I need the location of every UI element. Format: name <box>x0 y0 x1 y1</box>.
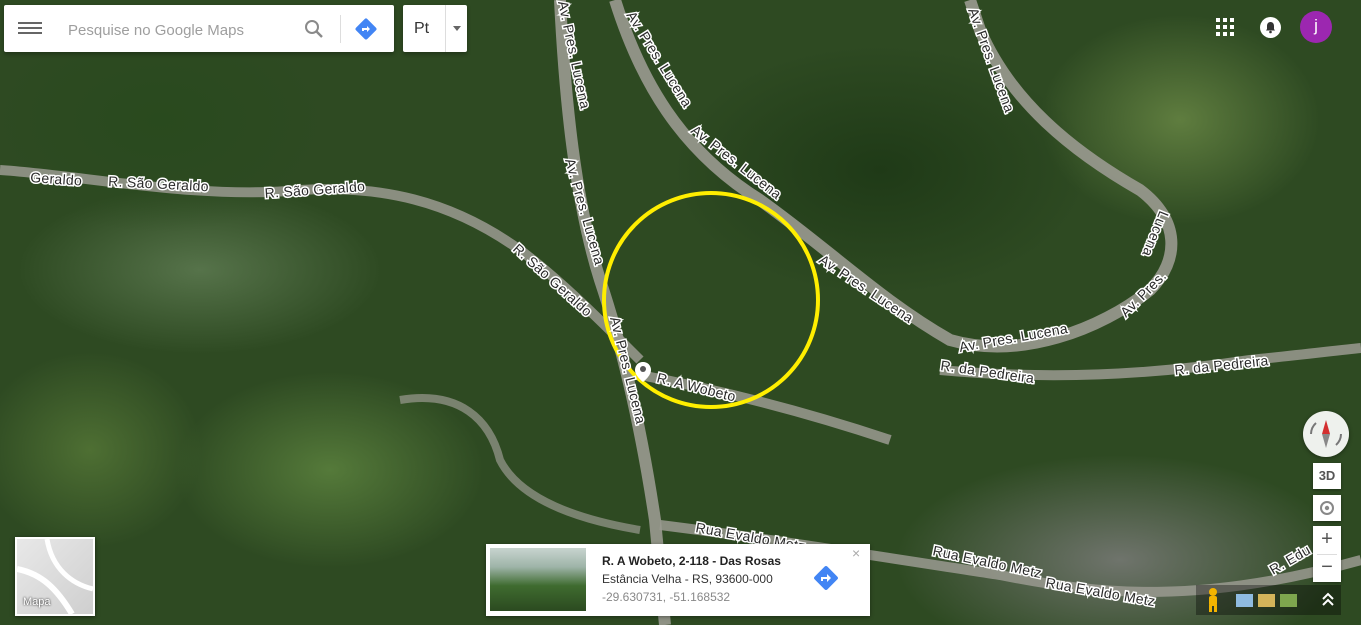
road-label: Geraldo <box>30 169 83 189</box>
zoom-out-button[interactable]: − <box>1313 554 1341 582</box>
road-label: R. da Pedreira <box>1174 352 1270 378</box>
apps-grid-icon[interactable] <box>1216 18 1234 36</box>
road-label: R. da Pedreira <box>940 357 1036 386</box>
road-label: R. São Geraldo <box>510 240 596 319</box>
menu-icon[interactable] <box>18 19 42 39</box>
road-label: Av. Pres. <box>1117 268 1169 320</box>
chevron-up-icon[interactable] <box>1318 589 1338 611</box>
place-coordinates: -29.630731, -51.168532 <box>602 590 731 604</box>
search-box <box>4 5 394 52</box>
place-info-card: R. A Wobeto, 2-118 - Das Rosas Estância … <box>486 544 870 616</box>
satellite-map[interactable]: Geraldo R. São Geraldo R. São Geraldo R.… <box>0 0 1361 625</box>
road-label: Rua Evaldo Metz <box>1044 574 1156 609</box>
language-label: Pt <box>414 20 430 37</box>
compass-control[interactable] <box>1303 411 1349 457</box>
pegman-icon[interactable] <box>1204 587 1222 613</box>
my-location-button[interactable] <box>1313 495 1341 521</box>
imagery-thumb-sky[interactable] <box>1236 594 1253 607</box>
place-title[interactable]: R. A Wobeto, 2-118 - Das Rosas <box>602 554 781 568</box>
compass-icon <box>1310 420 1342 448</box>
close-icon[interactable]: × <box>852 545 860 561</box>
road-label: Av. Pres. Lucena <box>965 6 1018 115</box>
notifications-icon[interactable] <box>1260 17 1281 38</box>
avatar[interactable]: j <box>1300 11 1332 43</box>
road-lucena-loop <box>609 0 1178 353</box>
road-label: Av. Pres. Lucena <box>816 251 916 326</box>
road-label: R. São Geraldo <box>264 178 366 201</box>
search-icon[interactable] <box>302 17 326 41</box>
crosshair-icon <box>1320 501 1334 515</box>
search-input[interactable] <box>66 17 300 43</box>
place-address: Estância Velha - RS, 93600-000 <box>602 572 773 586</box>
street-view-thumbnail[interactable] <box>490 548 586 611</box>
road-label: Av. Pres. Lucena <box>562 156 608 266</box>
road-dirt <box>399 394 641 534</box>
imagery-bar <box>1196 585 1341 615</box>
tilt-3d-button[interactable]: 3D <box>1313 463 1341 489</box>
map-overlay: Geraldo R. São Geraldo R. São Geraldo R.… <box>0 0 1361 625</box>
road-label: R. São Geraldo <box>108 173 209 194</box>
directions-icon[interactable] <box>812 564 840 592</box>
directions-icon[interactable] <box>354 17 378 41</box>
imagery-thumb-green[interactable] <box>1280 594 1297 607</box>
language-selector[interactable]: Pt <box>403 5 467 52</box>
imagery-thumb-field[interactable] <box>1258 594 1275 607</box>
search-divider <box>340 15 341 43</box>
map-layer-toggle[interactable]: Mapa <box>15 537 95 616</box>
chevron-down-icon[interactable] <box>445 5 468 52</box>
map-layer-label: Mapa <box>23 596 51 608</box>
zoom-controls: + − <box>1313 526 1341 582</box>
zoom-in-button[interactable]: + <box>1313 526 1341 554</box>
